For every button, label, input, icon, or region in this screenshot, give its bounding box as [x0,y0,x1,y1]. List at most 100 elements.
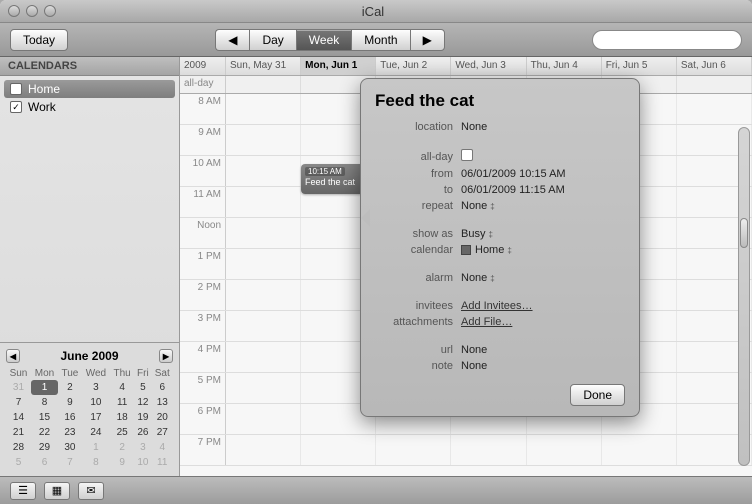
mail-icon[interactable]: ✉ [78,482,104,500]
mini-day[interactable]: 23 [58,425,82,440]
zoom-icon[interactable] [44,5,56,17]
showas-value[interactable]: Busy‡ [461,228,625,240]
close-icon[interactable] [8,5,20,17]
mini-day[interactable]: 28 [6,440,31,455]
day-header[interactable]: Thu, Jun 4 [527,57,602,75]
from-value[interactable]: 06/01/2009 10:15 AM [461,168,625,180]
calendar-value[interactable]: Home‡ [461,244,625,256]
checkbox-icon[interactable]: ✓ [10,101,22,113]
mini-day[interactable]: 13 [152,395,174,410]
mini-day[interactable]: 11 [152,455,174,470]
checkbox-icon[interactable]: ✓ [10,83,22,95]
allday-checkbox[interactable] [461,149,473,161]
sidebar-item-work[interactable]: ✓ Work [4,98,175,116]
mini-day[interactable]: 15 [31,410,58,425]
day-header[interactable]: Mon, Jun 1 [301,57,376,75]
mini-day[interactable]: 9 [58,395,82,410]
mini-day[interactable]: 11 [110,395,134,410]
mini-day[interactable]: 16 [58,410,82,425]
hour-cell[interactable] [226,373,301,403]
done-button[interactable]: Done [570,384,625,406]
hour-cell[interactable] [226,311,301,341]
note-value[interactable]: None [461,360,625,372]
mini-prev-button[interactable]: ◀ [6,349,20,363]
popover-title[interactable]: Feed the cat [375,91,625,111]
mini-day[interactable]: 26 [134,425,151,440]
mini-day[interactable]: 10 [134,455,151,470]
sidebar-item-home[interactable]: ✓ Home [4,80,175,98]
location-value[interactable]: None [461,121,625,133]
mini-day[interactable]: 30 [58,440,82,455]
view-month[interactable]: Month [351,29,409,51]
hour-cell[interactable] [226,249,301,279]
hour-cell[interactable] [226,218,301,248]
view-week[interactable]: Week [296,29,351,51]
hour-cell[interactable] [226,125,301,155]
prev-button[interactable]: ◀ [215,29,249,51]
scrollbar-thumb[interactable] [740,218,748,248]
mini-day[interactable]: 5 [134,380,151,395]
mini-day[interactable]: 24 [82,425,110,440]
mini-day[interactable]: 27 [152,425,174,440]
mini-day[interactable]: 29 [31,440,58,455]
minimize-icon[interactable] [26,5,38,17]
mini-day[interactable]: 6 [31,455,58,470]
mini-day[interactable]: 22 [31,425,58,440]
day-header[interactable]: Wed, Jun 3 [451,57,526,75]
mini-day[interactable]: 7 [58,455,82,470]
next-button[interactable]: ▶ [410,29,445,51]
mini-day[interactable]: 2 [58,380,82,395]
day-header[interactable]: Sat, Jun 6 [677,57,752,75]
mini-day[interactable]: 25 [110,425,134,440]
day-header[interactable]: Fri, Jun 5 [602,57,677,75]
drawer-icon[interactable]: ☰ [10,482,36,500]
repeat-value[interactable]: None‡ [461,200,625,212]
mini-day[interactable]: 7 [6,395,31,410]
mini-day[interactable]: 8 [82,455,110,470]
hour-cell[interactable] [226,94,301,124]
to-value[interactable]: 06/01/2009 11:15 AM [461,184,625,196]
scrollbar[interactable] [738,127,750,466]
hour-cell[interactable] [226,187,301,217]
mini-day[interactable]: 6 [152,380,174,395]
search-input[interactable] [592,30,742,50]
hour-cell[interactable] [677,94,752,124]
url-value[interactable]: None [461,344,625,356]
mini-day[interactable]: 4 [152,440,174,455]
hour-cell[interactable] [226,404,301,434]
add-file-link[interactable]: Add File… [461,316,512,328]
hour-cell[interactable] [451,435,526,465]
mini-day[interactable]: 2 [110,440,134,455]
mini-day[interactable]: 4 [110,380,134,395]
hour-cell[interactable] [226,435,301,465]
mini-next-button[interactable]: ▶ [159,349,173,363]
hour-cell[interactable] [226,342,301,372]
mini-day[interactable]: 3 [134,440,151,455]
mini-day[interactable]: 10 [82,395,110,410]
mini-day[interactable]: 1 [31,380,58,395]
mini-day[interactable]: 21 [6,425,31,440]
day-header[interactable]: Tue, Jun 2 [376,57,451,75]
mini-day[interactable]: 8 [31,395,58,410]
mini-day[interactable]: 19 [134,410,151,425]
alarm-value[interactable]: None‡ [461,272,625,284]
hour-cell[interactable] [527,435,602,465]
mini-day[interactable]: 18 [110,410,134,425]
mini-day[interactable]: 31 [6,380,31,395]
mini-day[interactable]: 5 [6,455,31,470]
hour-cell[interactable] [226,280,301,310]
mini-day[interactable]: 1 [82,440,110,455]
mini-day[interactable]: 3 [82,380,110,395]
add-invitees-link[interactable]: Add Invitees… [461,300,533,312]
hour-cell[interactable] [376,435,451,465]
event-feed-the-cat[interactable]: 10:15 AM Feed the cat [301,164,367,194]
mini-day[interactable]: 9 [110,455,134,470]
day-header[interactable]: Sun, May 31 [226,57,301,75]
hour-cell[interactable] [602,435,677,465]
hour-cell[interactable] [226,156,301,186]
mini-day[interactable]: 20 [152,410,174,425]
hour-cell[interactable] [301,435,376,465]
today-button[interactable]: Today [10,29,68,51]
mini-day[interactable]: 14 [6,410,31,425]
mini-day[interactable]: 12 [134,395,151,410]
